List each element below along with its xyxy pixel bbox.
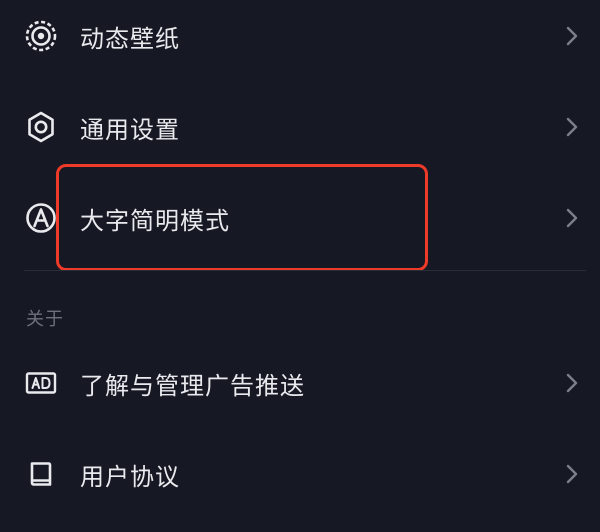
live-wallpaper-icon [24, 19, 58, 53]
large-font-icon [24, 201, 58, 235]
book-icon [24, 457, 58, 491]
about-item-user-agreement[interactable]: 用户协议 [0, 434, 600, 514]
section-divider [24, 270, 586, 271]
gear-icon [24, 110, 58, 144]
settings-item-general[interactable]: 通用设置 [0, 87, 600, 167]
about-item-label: 用户协议 [80, 462, 180, 491]
chevron-right-icon [564, 24, 580, 48]
chevron-right-icon [564, 462, 580, 486]
settings-item-label: 通用设置 [80, 115, 180, 144]
chevron-right-icon [564, 115, 580, 139]
highlight-box [56, 164, 428, 271]
about-item-label: 了解与管理广告推送 [80, 371, 305, 400]
section-title-about: 关于 [26, 309, 64, 330]
settings-item-live-wallpaper[interactable]: 动态壁纸 [0, 0, 600, 76]
chevron-right-icon [564, 371, 580, 395]
about-item-ad-management[interactable]: 了解与管理广告推送 [0, 343, 600, 423]
chevron-right-icon [564, 206, 580, 230]
settings-item-label: 动态壁纸 [80, 24, 180, 53]
ad-icon [24, 366, 58, 400]
